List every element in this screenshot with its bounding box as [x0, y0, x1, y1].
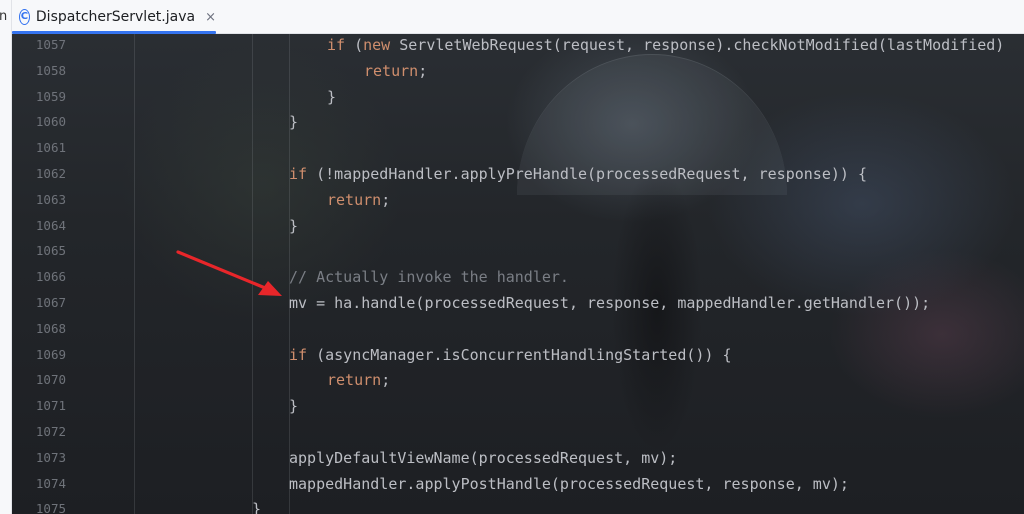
code-line[interactable]: return;	[364, 58, 427, 84]
code-token: }	[252, 500, 262, 514]
code-line[interactable]: }	[252, 496, 261, 514]
code-token: mv = ha.handle(processedRequest, respons…	[289, 294, 931, 312]
keyword-token: return	[364, 61, 419, 80]
code-line[interactable]: if (!mappedHandler.applyPreHandle(proces…	[289, 161, 867, 187]
code-token: mappedHandler.applyPostHandle(processedR…	[289, 474, 849, 493]
indent-guide	[252, 34, 253, 514]
code-line[interactable]: applyDefaultViewName(processedRequest, m…	[289, 445, 677, 471]
code-line[interactable]: mappedHandler.applyPostHandle(processedR…	[289, 471, 849, 497]
code-token: ;	[381, 371, 391, 390]
code-token: ServletWebRequest(request, response).che…	[390, 36, 1005, 54]
line-number: 1061	[35, 140, 66, 156]
line-number: 1064	[35, 217, 66, 233]
code-line[interactable]: }	[327, 84, 336, 110]
code-token: }	[327, 87, 337, 106]
code-token: ;	[418, 61, 428, 80]
indent-guide	[134, 34, 135, 514]
code-token: }	[289, 216, 299, 235]
left-strip-glyph: n	[0, 9, 8, 24]
line-number: 1059	[35, 88, 66, 104]
tab-dispatcher-servlet[interactable]: C DispatcherServlet.java ×	[12, 0, 216, 34]
code-line[interactable]: return;	[327, 187, 390, 213]
arrow-shaft	[176, 250, 272, 292]
close-icon[interactable]: ×	[205, 10, 216, 25]
line-number: 1057	[35, 37, 66, 52]
line-number: 1072	[35, 424, 66, 439]
keyword-token: return	[327, 190, 382, 209]
keyword-token: new	[363, 36, 391, 54]
line-number: 1069	[35, 346, 66, 362]
line-number: 1070	[35, 372, 66, 388]
code-line[interactable]: // Actually invoke the handler.	[289, 264, 569, 290]
code-token: }	[289, 397, 299, 416]
code-editor[interactable]: 1057 1058 1059 1060 1061 1062 1063 1064 1065 1066…	[12, 34, 1024, 514]
code-token: applyDefaultViewName(processedRequest, m…	[289, 448, 678, 467]
left-tool-strip: n	[0, 0, 12, 514]
line-number: 1067	[35, 295, 66, 310]
line-number: 1068	[35, 320, 66, 336]
java-class-icon: C	[19, 9, 30, 25]
line-number: 1065	[35, 243, 66, 259]
code-line[interactable]: mv = ha.handle(processedRequest, respons…	[289, 290, 930, 316]
line-number: 1062	[35, 166, 66, 181]
arrow-head	[258, 281, 282, 296]
line-number: 1073	[35, 449, 66, 465]
keyword-token: if	[289, 165, 308, 183]
line-number: 1074	[35, 475, 66, 491]
code-token: (!mappedHandler.applyPreHandle(processed…	[307, 165, 867, 183]
code-line[interactable]: if (new ServletWebRequest(request, respo…	[327, 34, 1004, 58]
code-token: ;	[381, 190, 391, 209]
code-line[interactable]: }	[289, 109, 298, 135]
line-number: 1060	[35, 114, 66, 130]
code-line[interactable]: if (asyncManager.isConcurrentHandlingSta…	[289, 342, 732, 368]
line-number: 1063	[35, 191, 66, 207]
line-number-gutter: 1057 1058 1059 1060 1061 1062 1063 1064 1065 1066…	[12, 34, 72, 514]
line-number: 1075	[35, 501, 66, 514]
code-token: (asyncManager.isConcurrentHandlingStarte…	[307, 345, 732, 364]
keyword-token: if	[327, 36, 346, 54]
tab-label: DispatcherServlet.java	[35, 9, 196, 25]
editor-tab-bar: C DispatcherServlet.java ×	[0, 0, 1024, 34]
line-number: 1071	[35, 398, 66, 414]
code-line[interactable]: return;	[327, 367, 390, 393]
line-number: 1066	[35, 269, 66, 285]
code-line[interactable]: }	[289, 213, 298, 239]
keyword-token: if	[289, 345, 308, 364]
comment-token: // Actually invoke the handler.	[289, 268, 569, 287]
code-token: }	[289, 113, 299, 132]
keyword-token: return	[327, 371, 382, 390]
ide-window: n C DispatcherServlet.java × 1057 1058 105…	[0, 0, 1024, 514]
code-token: (	[345, 36, 364, 54]
line-number: 1058	[35, 62, 66, 78]
code-line[interactable]: }	[289, 393, 298, 419]
